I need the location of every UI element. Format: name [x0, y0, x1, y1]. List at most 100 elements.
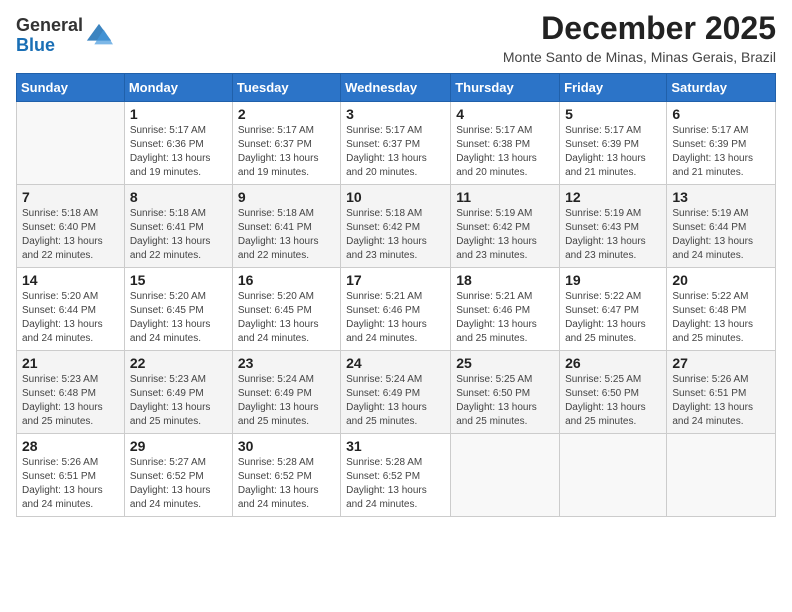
calendar-cell: 3 Sunrise: 5:17 AM Sunset: 6:37 PM Daylig…	[341, 102, 451, 185]
day-number: 20	[672, 272, 770, 288]
day-info: Sunrise: 5:17 AM Sunset: 6:38 PM Dayligh…	[456, 124, 554, 180]
day-number: 11	[456, 189, 554, 205]
day-number: 3	[346, 106, 445, 122]
day-info: Sunrise: 5:19 AM Sunset: 6:43 PM Dayligh…	[565, 207, 661, 263]
calendar-cell	[560, 434, 667, 517]
day-info: Sunrise: 5:25 AM Sunset: 6:50 PM Dayligh…	[565, 373, 661, 429]
day-info: Sunrise: 5:20 AM Sunset: 6:44 PM Dayligh…	[22, 290, 119, 346]
day-info: Sunrise: 5:21 AM Sunset: 6:46 PM Dayligh…	[346, 290, 445, 346]
day-number: 7	[22, 189, 119, 205]
day-info: Sunrise: 5:17 AM Sunset: 6:37 PM Dayligh…	[346, 124, 445, 180]
day-info: Sunrise: 5:18 AM Sunset: 6:41 PM Dayligh…	[238, 207, 335, 263]
calendar-cell: 16Sunrise: 5:20 AM Sunset: 6:45 PM Dayli…	[232, 268, 340, 351]
day-number: 24	[346, 355, 445, 371]
day-info: Sunrise: 5:18 AM Sunset: 6:41 PM Dayligh…	[130, 207, 227, 263]
calendar-cell: 17 Sunrise: 5:21 AM Sunset: 6:46 PM Dayli…	[341, 268, 451, 351]
day-info: Sunrise: 5:27 AM Sunset: 6:52 PM Dayligh…	[130, 456, 227, 512]
day-number: 9	[238, 189, 335, 205]
day-info: Sunrise: 5:23 AM Sunset: 6:48 PM Dayligh…	[22, 373, 119, 429]
day-number: 19	[565, 272, 661, 288]
calendar-cell: 30 Sunrise: 5:28 AM Sunset: 6:52 PM Dayli…	[232, 434, 340, 517]
day-number: 6	[672, 106, 770, 122]
calendar-week-row: 28 Sunrise: 5:26 AM Sunset: 6:51 PM Dayli…	[17, 434, 776, 517]
calendar-cell	[667, 434, 776, 517]
calendar-cell: 29 Sunrise: 5:27 AM Sunset: 6:52 PM Dayli…	[124, 434, 232, 517]
day-info: Sunrise: 5:26 AM Sunset: 6:51 PM Dayligh…	[22, 456, 119, 512]
calendar-cell: 15 Sunrise: 5:20 AM Sunset: 6:45 PM Dayli…	[124, 268, 232, 351]
day-number: 1	[130, 106, 227, 122]
calendar-week-row: 21 Sunrise: 5:23 AM Sunset: 6:48 PM Dayli…	[17, 351, 776, 434]
calendar-week-row: 14Sunrise: 5:20 AM Sunset: 6:44 PM Dayli…	[17, 268, 776, 351]
day-info: Sunrise: 5:19 AM Sunset: 6:44 PM Dayligh…	[672, 207, 770, 263]
day-number: 17	[346, 272, 445, 288]
day-header-thursday: Thursday	[451, 74, 560, 102]
day-info: Sunrise: 5:17 AM Sunset: 6:37 PM Dayligh…	[238, 124, 335, 180]
calendar-cell: 26Sunrise: 5:25 AM Sunset: 6:50 PM Dayli…	[560, 351, 667, 434]
calendar-cell: 7Sunrise: 5:18 AM Sunset: 6:40 PM Daylig…	[17, 185, 125, 268]
day-number: 29	[130, 438, 227, 454]
calendar-cell: 28 Sunrise: 5:26 AM Sunset: 6:51 PM Dayli…	[17, 434, 125, 517]
day-info: Sunrise: 5:17 AM Sunset: 6:36 PM Dayligh…	[130, 124, 227, 180]
calendar-header-row: SundayMondayTuesdayWednesdayThursdayFrid…	[17, 74, 776, 102]
calendar-week-row: 7Sunrise: 5:18 AM Sunset: 6:40 PM Daylig…	[17, 185, 776, 268]
month-year: December 2025	[503, 10, 776, 47]
day-info: Sunrise: 5:22 AM Sunset: 6:47 PM Dayligh…	[565, 290, 661, 346]
day-number: 21	[22, 355, 119, 371]
day-header-friday: Friday	[560, 74, 667, 102]
day-number: 30	[238, 438, 335, 454]
calendar-cell: 31Sunrise: 5:28 AM Sunset: 6:52 PM Dayli…	[341, 434, 451, 517]
day-number: 28	[22, 438, 119, 454]
day-info: Sunrise: 5:20 AM Sunset: 6:45 PM Dayligh…	[238, 290, 335, 346]
calendar-table: SundayMondayTuesdayWednesdayThursdayFrid…	[16, 73, 776, 517]
day-number: 22	[130, 355, 227, 371]
calendar-cell: 20 Sunrise: 5:22 AM Sunset: 6:48 PM Dayli…	[667, 268, 776, 351]
calendar-cell: 14Sunrise: 5:20 AM Sunset: 6:44 PM Dayli…	[17, 268, 125, 351]
day-number: 15	[130, 272, 227, 288]
header: General Blue December 2025 Monte Santo d…	[16, 10, 776, 65]
day-info: Sunrise: 5:24 AM Sunset: 6:49 PM Dayligh…	[238, 373, 335, 429]
calendar-cell: 4Sunrise: 5:17 AM Sunset: 6:38 PM Daylig…	[451, 102, 560, 185]
day-header-tuesday: Tuesday	[232, 74, 340, 102]
logo-blue: Blue	[16, 35, 55, 55]
day-number: 12	[565, 189, 661, 205]
calendar-cell: 12 Sunrise: 5:19 AM Sunset: 6:43 PM Dayli…	[560, 185, 667, 268]
calendar-cell: 25Sunrise: 5:25 AM Sunset: 6:50 PM Dayli…	[451, 351, 560, 434]
day-number: 25	[456, 355, 554, 371]
calendar-cell: 19 Sunrise: 5:22 AM Sunset: 6:47 PM Dayli…	[560, 268, 667, 351]
calendar-week-row: 1 Sunrise: 5:17 AM Sunset: 6:36 PM Daylig…	[17, 102, 776, 185]
calendar-cell: 22 Sunrise: 5:23 AM Sunset: 6:49 PM Dayli…	[124, 351, 232, 434]
calendar-cell: 10 Sunrise: 5:18 AM Sunset: 6:42 PM Dayli…	[341, 185, 451, 268]
day-info: Sunrise: 5:17 AM Sunset: 6:39 PM Dayligh…	[672, 124, 770, 180]
calendar-cell: 1 Sunrise: 5:17 AM Sunset: 6:36 PM Daylig…	[124, 102, 232, 185]
day-number: 10	[346, 189, 445, 205]
day-number: 13	[672, 189, 770, 205]
calendar-cell: 5 Sunrise: 5:17 AM Sunset: 6:39 PM Daylig…	[560, 102, 667, 185]
location: Monte Santo de Minas, Minas Gerais, Braz…	[503, 49, 776, 65]
day-info: Sunrise: 5:26 AM Sunset: 6:51 PM Dayligh…	[672, 373, 770, 429]
day-info: Sunrise: 5:24 AM Sunset: 6:49 PM Dayligh…	[346, 373, 445, 429]
calendar-cell: 13 Sunrise: 5:19 AM Sunset: 6:44 PM Dayli…	[667, 185, 776, 268]
day-info: Sunrise: 5:19 AM Sunset: 6:42 PM Dayligh…	[456, 207, 554, 263]
day-info: Sunrise: 5:17 AM Sunset: 6:39 PM Dayligh…	[565, 124, 661, 180]
logo-general: General	[16, 15, 83, 35]
day-number: 8	[130, 189, 227, 205]
day-header-wednesday: Wednesday	[341, 74, 451, 102]
logo: General Blue	[16, 16, 113, 56]
day-number: 27	[672, 355, 770, 371]
day-info: Sunrise: 5:18 AM Sunset: 6:42 PM Dayligh…	[346, 207, 445, 263]
day-number: 2	[238, 106, 335, 122]
day-info: Sunrise: 5:28 AM Sunset: 6:52 PM Dayligh…	[238, 456, 335, 512]
day-info: Sunrise: 5:28 AM Sunset: 6:52 PM Dayligh…	[346, 456, 445, 512]
calendar-cell	[17, 102, 125, 185]
day-number: 5	[565, 106, 661, 122]
calendar-cell: 2 Sunrise: 5:17 AM Sunset: 6:37 PM Daylig…	[232, 102, 340, 185]
calendar-cell	[451, 434, 560, 517]
day-info: Sunrise: 5:23 AM Sunset: 6:49 PM Dayligh…	[130, 373, 227, 429]
day-info: Sunrise: 5:20 AM Sunset: 6:45 PM Dayligh…	[130, 290, 227, 346]
day-info: Sunrise: 5:22 AM Sunset: 6:48 PM Dayligh…	[672, 290, 770, 346]
calendar-cell: 9 Sunrise: 5:18 AM Sunset: 6:41 PM Daylig…	[232, 185, 340, 268]
calendar-cell: 23 Sunrise: 5:24 AM Sunset: 6:49 PM Dayli…	[232, 351, 340, 434]
calendar-cell: 18Sunrise: 5:21 AM Sunset: 6:46 PM Dayli…	[451, 268, 560, 351]
day-number: 23	[238, 355, 335, 371]
day-number: 18	[456, 272, 554, 288]
